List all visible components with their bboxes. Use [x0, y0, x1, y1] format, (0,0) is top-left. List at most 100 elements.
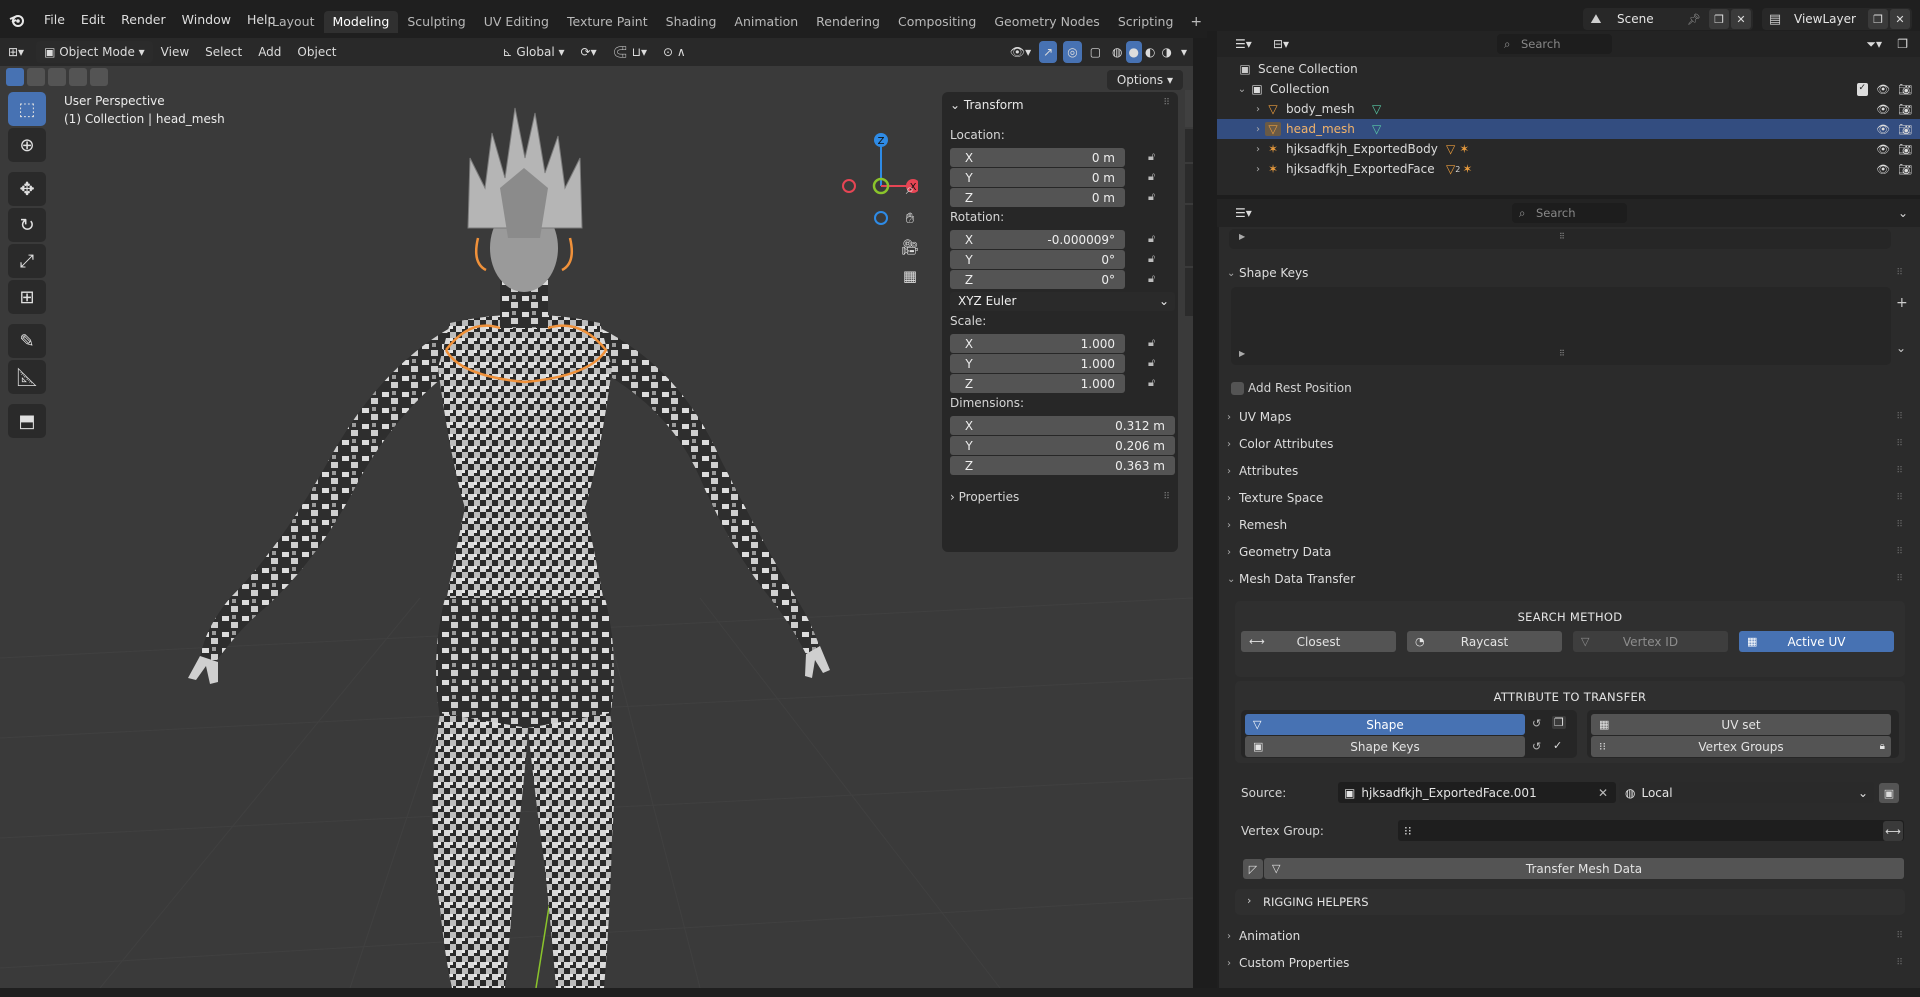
- filter-icon[interactable]: ⏷▾: [1858, 33, 1890, 55]
- dimensions-y-field[interactable]: Y 0.206 m: [950, 436, 1175, 455]
- grip-icon[interactable]: ⠿: [1896, 520, 1903, 530]
- tab-item[interactable]: Item: [1185, 90, 1193, 128]
- camera-icon[interactable]: 🎥︎: [897, 234, 923, 260]
- scene-selector[interactable]: ⛰ Scene 📌︎ ❐ ✕: [1583, 8, 1753, 30]
- material-shading-icon[interactable]: ◐: [1142, 41, 1158, 63]
- move-icon[interactable]: ✥: [8, 172, 46, 206]
- tab-sculpting[interactable]: Sculpting: [398, 11, 474, 33]
- lock-icon[interactable]: 🔓︎: [1148, 170, 1155, 184]
- rigging-helpers-subpanel[interactable]: › RIGGING HELPERS: [1235, 889, 1905, 915]
- mesh-child-icon[interactable]: ▽: [1446, 142, 1455, 156]
- vertex-group-field[interactable]: ⁝⁝: [1398, 820, 1904, 841]
- armature-data-icon[interactable]: ✶: [1459, 142, 1469, 156]
- menu-add[interactable]: Add: [250, 41, 289, 63]
- grip-icon[interactable]: ⠿: [1896, 574, 1903, 584]
- location-x-field[interactable]: X 0 m: [950, 148, 1125, 167]
- grip-icon[interactable]: ⠿: [1896, 931, 1903, 941]
- add-workspace-icon[interactable]: +: [1182, 14, 1210, 30]
- lock-icon[interactable]: 🔓︎: [1148, 190, 1155, 204]
- chevron-right-icon[interactable]: ›: [1251, 104, 1265, 115]
- lock-icon[interactable]: 🔓︎: [1148, 232, 1155, 246]
- new-collection-icon[interactable]: ❐: [1889, 33, 1916, 55]
- mesh-data-icon[interactable]: ▽: [1372, 122, 1381, 136]
- tab-uv-editing[interactable]: UV Editing: [475, 11, 558, 33]
- menu-render[interactable]: Render: [113, 9, 174, 31]
- tab-texture-paint[interactable]: Texture Paint: [558, 11, 657, 33]
- rotation-mode-dropdown[interactable]: XYZ Euler ⌄: [950, 292, 1175, 311]
- scale-y-field[interactable]: Y 1.000: [950, 354, 1125, 373]
- camera-icon[interactable]: 📷︎: [1898, 123, 1912, 136]
- tab-shading[interactable]: Shading: [657, 11, 726, 33]
- chevron-right-icon[interactable]: ›: [1251, 124, 1265, 135]
- method-raycast-button[interactable]: ◔ Raycast: [1407, 631, 1562, 652]
- tree-row-exported-body[interactable]: › ✶ hjksadfkjh_ExportedBody ▽ ✶ 👁︎ 📷︎: [1217, 139, 1920, 159]
- section-color-attributes[interactable]: › Color Attributes ⠿: [1227, 433, 1907, 455]
- menu-edit[interactable]: Edit: [73, 9, 113, 31]
- tab-view[interactable]: View: [1185, 164, 1193, 203]
- rotation-x-field[interactable]: X -0.000009°: [950, 230, 1125, 249]
- space-dropdown[interactable]: ◍ Local ⌄: [1619, 782, 1874, 803]
- check-icon[interactable]: ✓: [1553, 739, 1562, 752]
- tab-layout[interactable]: Layout: [263, 11, 324, 33]
- 3d-viewport[interactable]: ⊞▾ ▣ Object Mode ▾ View Select Add Objec…: [0, 38, 1193, 988]
- tree-row-exported-face[interactable]: › ✶ hjksadfkjh_ExportedFace ▽ 2 ✶ 👁︎ 📷︎: [1217, 159, 1920, 179]
- rotation-z-field[interactable]: Z 0°: [950, 270, 1125, 289]
- editor-type-icon[interactable]: ☰▾: [1227, 33, 1260, 55]
- section-mesh-data-transfer[interactable]: ⌄ Mesh Data Transfer ⠿: [1227, 568, 1907, 590]
- xray-icon[interactable]: ▢: [1082, 41, 1109, 63]
- checkbox-icon[interactable]: ✓: [1856, 82, 1869, 96]
- method-vertex-id-button[interactable]: ▽ Vertex ID: [1573, 631, 1728, 652]
- annotate-icon[interactable]: ✎: [8, 324, 46, 358]
- delete-view-layer-icon[interactable]: ✕: [1890, 9, 1910, 29]
- view-layer-name[interactable]: ViewLayer: [1788, 12, 1866, 26]
- tab-geometry-nodes[interactable]: Geometry Nodes: [985, 11, 1108, 33]
- gizmo-toggle-icon[interactable]: ↗: [1039, 41, 1058, 63]
- attr-shape-keys-button[interactable]: ▣ Shape Keys: [1245, 736, 1525, 757]
- orientation-dropdown[interactable]: ⊾ Global ▾: [495, 41, 573, 63]
- scale-icon[interactable]: ⤢: [8, 244, 46, 278]
- snap-icon[interactable]: 🧲︎ ⊔▾: [605, 41, 655, 63]
- mesh-data-icon[interactable]: ▽: [1372, 102, 1381, 116]
- pan-hand-icon[interactable]: ✋︎: [897, 205, 923, 231]
- attr-shape-button[interactable]: ▽ Shape: [1245, 714, 1525, 735]
- chevron-down-icon[interactable]: ⌄: [1890, 202, 1916, 224]
- section-uv-maps[interactable]: › UV Maps ⠿: [1227, 406, 1907, 428]
- method-active-uv-button[interactable]: ▦ Active UV: [1739, 631, 1894, 652]
- grip-icon[interactable]: ⠿: [1896, 547, 1903, 557]
- tab-tool[interactable]: Tool: [1185, 129, 1193, 163]
- add-cube-icon[interactable]: ⬒: [8, 404, 46, 438]
- section-remesh[interactable]: › Remesh ⠿: [1227, 514, 1907, 536]
- options-dropdown[interactable]: Options ▾: [1106, 70, 1183, 90]
- lock-icon[interactable]: 🔓︎: [1148, 252, 1155, 266]
- armature-data-icon[interactable]: ✶: [1462, 162, 1472, 176]
- shading-options-icon[interactable]: ▾: [1175, 41, 1193, 63]
- section-attributes[interactable]: › Attributes ⠿: [1227, 460, 1907, 482]
- resize-grip-icon[interactable]: ⠿: [1559, 232, 1565, 241]
- specials-menu-button[interactable]: ⌄: [1896, 341, 1906, 355]
- select-subtract-icon[interactable]: [48, 68, 66, 86]
- lock-icon[interactable]: 🔓︎: [1148, 356, 1155, 370]
- measure-icon[interactable]: 📐︎: [8, 360, 46, 394]
- mode-dropdown[interactable]: ▣ Object Mode ▾: [36, 41, 153, 63]
- method-closest-button[interactable]: ⟷ Closest: [1241, 631, 1396, 652]
- editor-type-icon[interactable]: ☰▾: [1227, 202, 1260, 224]
- rendered-shading-icon[interactable]: ◑: [1158, 41, 1174, 63]
- add-rest-position-checkbox[interactable]: [1231, 382, 1244, 395]
- lock-icon[interactable]: 🔓︎: [1148, 376, 1155, 390]
- grip-icon[interactable]: ⠿: [1896, 439, 1903, 449]
- tree-row-head-mesh[interactable]: › ▽ head_mesh ▽ 👁︎ 📷︎: [1217, 119, 1920, 139]
- tree-row-collection[interactable]: ⌄ ▣ Collection ✓ 👁︎ 📷︎: [1217, 79, 1920, 99]
- outliner-search-input[interactable]: ⌕ Search: [1497, 34, 1612, 54]
- dimensions-z-field[interactable]: Z 0.363 m: [950, 456, 1175, 475]
- wireframe-shading-icon[interactable]: ◍: [1109, 41, 1125, 63]
- lock-icon[interactable]: 🔓︎: [1148, 336, 1155, 350]
- visibility-icon[interactable]: 👁︎▾: [1002, 41, 1039, 63]
- resize-grip-icon[interactable]: ⠿: [1559, 349, 1565, 358]
- section-geometry-data[interactable]: › Geometry Data ⠿: [1227, 541, 1907, 563]
- menu-window[interactable]: Window: [174, 9, 239, 31]
- section-custom-properties[interactable]: › Custom Properties ⠿: [1227, 952, 1907, 974]
- tab-scripting[interactable]: Scripting: [1109, 11, 1183, 33]
- tab-modeling[interactable]: Modeling: [323, 11, 399, 33]
- tree-row-scene-collection[interactable]: ▣ Scene Collection: [1217, 59, 1920, 79]
- scale-x-field[interactable]: X 1.000: [950, 334, 1125, 353]
